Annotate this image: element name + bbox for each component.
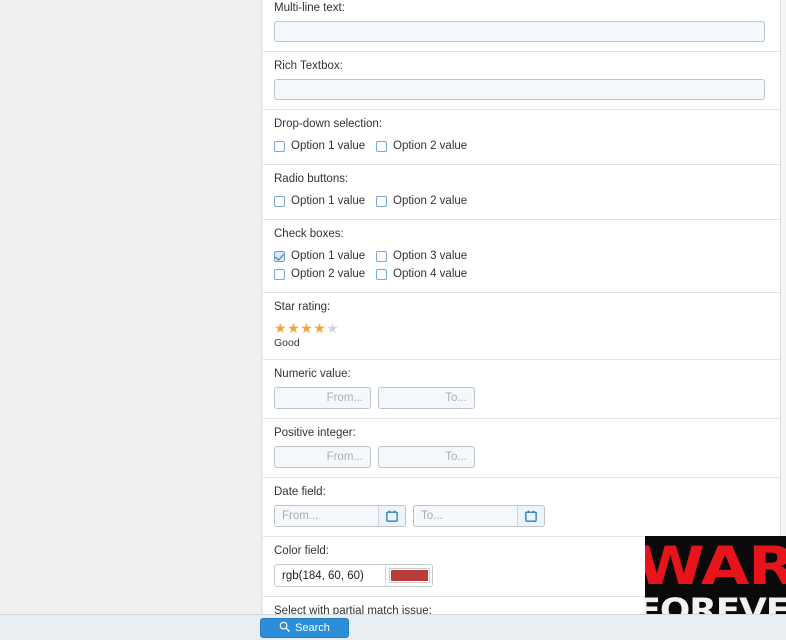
field-dropdown-selection: Drop-down selection: Option 1 value Opti… (263, 110, 780, 165)
option-label: Option 1 value (291, 140, 366, 152)
field-label: Radio buttons: (274, 173, 349, 185)
checkbox-option-3[interactable]: Option 3 value (376, 250, 516, 262)
star-rating-widget[interactable]: ★★★★★ (274, 320, 769, 336)
checkbox-icon[interactable] (376, 250, 387, 262)
range-inputs (274, 387, 769, 409)
field-label: Numeric value: (274, 368, 351, 380)
calendar-icon[interactable] (378, 506, 405, 526)
option-row: Option 1 value Option 2 value (274, 137, 769, 155)
pane-divider (261, 0, 262, 640)
left-empty-pane (0, 0, 262, 640)
numeric-from-input[interactable] (274, 387, 371, 409)
rating-text: Good (274, 337, 300, 349)
checkbox-icon[interactable] (376, 140, 387, 152)
range-inputs (274, 446, 769, 468)
field-date: Date field: (263, 478, 780, 537)
option-label: Option 1 value (291, 250, 366, 262)
field-label: Multi-line text: (274, 2, 345, 14)
checkbox-icon[interactable] (274, 195, 285, 207)
app-root: Multi-line text: Rich Textbox: Drop-down… (0, 0, 786, 640)
date-to-input[interactable] (414, 506, 517, 526)
radio-option-1[interactable]: Option 1 value (274, 195, 376, 207)
color-swatch-button[interactable] (385, 565, 432, 586)
bottom-search-bar: Search (0, 614, 786, 640)
date-from-group (274, 505, 406, 527)
option-label: Option 4 value (393, 268, 468, 280)
integer-from-input[interactable] (274, 446, 371, 468)
field-label: Rich Textbox: (274, 60, 343, 72)
field-radio-buttons: Radio buttons: Option 1 value Option 2 v… (263, 165, 780, 220)
checkbox-icon[interactable] (274, 268, 285, 280)
search-button[interactable]: Search (260, 618, 349, 638)
field-label: Star rating: (274, 301, 331, 313)
dropdown-option-2[interactable]: Option 2 value (376, 140, 516, 152)
option-label: Option 3 value (393, 250, 468, 262)
color-value-input[interactable] (275, 565, 385, 586)
option-row: Option 2 value Option 4 value (274, 265, 769, 283)
checkbox-checked-icon[interactable] (274, 250, 285, 262)
star-icon-empty[interactable]: ★ (326, 320, 339, 336)
date-from-input[interactable] (275, 506, 378, 526)
radio-option-2[interactable]: Option 2 value (376, 195, 516, 207)
checkbox-option-2[interactable]: Option 2 value (274, 268, 376, 280)
checkbox-icon[interactable] (376, 195, 387, 207)
option-row: Option 1 value Option 2 value (274, 192, 769, 210)
field-label: Check boxes: (274, 228, 344, 240)
field-star-rating: Star rating: ★★★★★ Good (263, 293, 780, 360)
option-label: Option 2 value (393, 140, 468, 152)
star-icon-filled[interactable]: ★ (313, 320, 326, 336)
multiline-text-input[interactable] (274, 21, 765, 42)
field-multiline-text: Multi-line text: (263, 0, 780, 52)
field-label: Positive integer: (274, 427, 356, 439)
star-icon-filled[interactable]: ★ (300, 320, 313, 336)
color-swatch (388, 568, 430, 583)
integer-to-input[interactable] (378, 446, 475, 468)
ad-headline-primary: WAR (645, 536, 786, 597)
option-row: Option 1 value Option 3 value (274, 247, 769, 265)
star-icon-filled[interactable]: ★ (287, 320, 300, 336)
date-range-inputs (274, 505, 769, 527)
search-icon (279, 621, 290, 635)
field-check-boxes: Check boxes: Option 1 value Option 3 val… (263, 220, 780, 293)
search-button-label: Search (295, 622, 330, 634)
date-to-group (413, 505, 545, 527)
field-rich-textbox: Rich Textbox: (263, 52, 780, 110)
field-positive-integer: Positive integer: (263, 419, 780, 478)
field-label: Drop-down selection: (274, 118, 383, 130)
option-label: Option 2 value (393, 195, 468, 207)
field-label: Date field: (274, 486, 326, 498)
color-input-group (274, 564, 433, 587)
checkbox-icon[interactable] (274, 140, 285, 152)
field-numeric-value: Numeric value: (263, 360, 780, 419)
checkbox-option-4[interactable]: Option 4 value (376, 268, 516, 280)
checkbox-icon[interactable] (376, 268, 387, 280)
calendar-icon[interactable] (517, 506, 544, 526)
option-label: Option 1 value (291, 195, 366, 207)
checkbox-option-1[interactable]: Option 1 value (274, 250, 376, 262)
star-icon-filled[interactable]: ★ (274, 320, 287, 336)
numeric-to-input[interactable] (378, 387, 475, 409)
rich-textbox-input[interactable] (274, 79, 765, 100)
option-label: Option 2 value (291, 268, 366, 280)
dropdown-option-1[interactable]: Option 1 value (274, 140, 376, 152)
